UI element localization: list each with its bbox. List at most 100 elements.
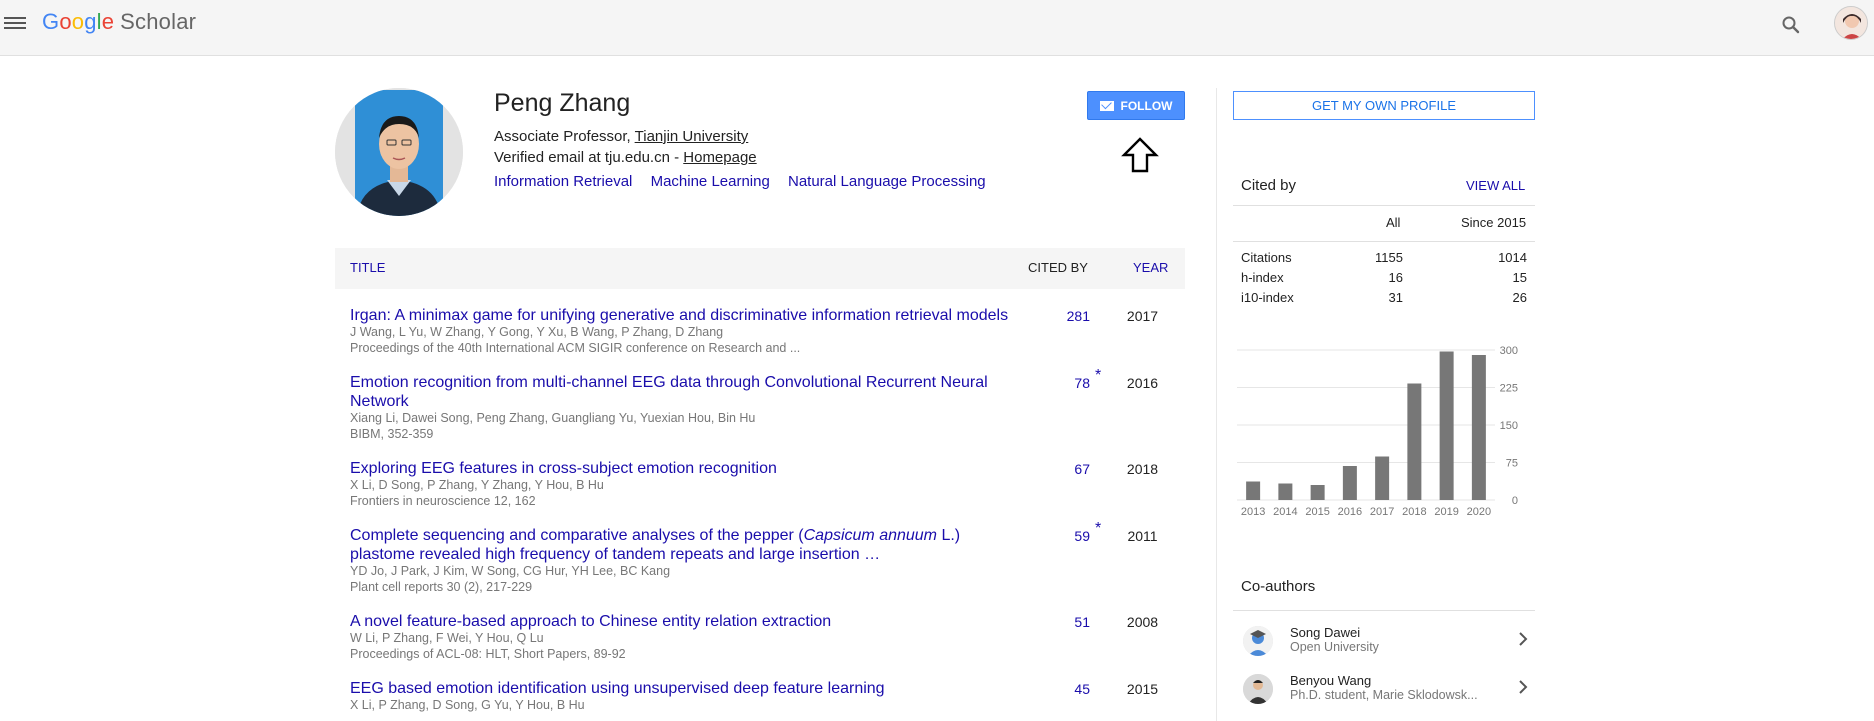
- citations-per-year-chart: 0 75 150 225 300 2013 2014 2015 2016 2017 2018 2019…: [1237, 345, 1518, 518]
- publication-title-link[interactable]: A novel feature-based approach to Chines…: [350, 612, 1015, 631]
- stat-label: h-index: [1241, 270, 1284, 285]
- stat-label: i10-index: [1241, 290, 1294, 305]
- stat-all: 16: [1388, 270, 1403, 285]
- citation-count-link[interactable]: 45: [1005, 681, 1090, 697]
- top-app-bar: Google Scholar: [0, 0, 1874, 56]
- coauthor-name: Benyou Wang: [1290, 673, 1372, 688]
- chart-bar[interactable]: [1471, 355, 1486, 500]
- mouse-cursor-arrow-icon: [1121, 137, 1159, 173]
- chart-bar[interactable]: [1375, 456, 1390, 501]
- research-interests: Information Retrieval Machine Learning N…: [494, 173, 1000, 190]
- stat-since: 26: [1512, 290, 1527, 305]
- interest-link[interactable]: Machine Learning: [651, 173, 770, 190]
- chart-y-tick-label: 0: [1512, 495, 1518, 507]
- publication-title-link[interactable]: Irgan: A minimax game for unifying gener…: [350, 306, 1050, 325]
- citation-count-link[interactable]: 281: [1005, 308, 1090, 324]
- google-scholar-logo[interactable]: Google Scholar: [42, 9, 196, 35]
- mail-icon: [1099, 100, 1114, 111]
- chart-y-tick-label: 225: [1500, 383, 1518, 395]
- interest-link[interactable]: Information Retrieval: [494, 173, 632, 190]
- publication-title-link[interactable]: EEG based emotion identification using u…: [350, 679, 1015, 698]
- chart-x-tick-label: 2019: [1434, 506, 1458, 518]
- title-part: Complete sequencing and comparative anal…: [350, 527, 804, 544]
- chart-bar[interactable]: [1407, 383, 1422, 501]
- chart-x-tick-label: 2020: [1467, 506, 1491, 518]
- menu-icon[interactable]: [4, 14, 26, 32]
- publication-title-link[interactable]: Complete sequencing and comparative anal…: [350, 526, 990, 564]
- publication-year: 2016: [1126, 375, 1159, 391]
- publications-table-header: TITLE CITED BY YEAR: [335, 248, 1185, 289]
- publication-venue: Plant cell reports 30 (2), 217-229: [350, 580, 533, 594]
- chart-x-tick-label: 2014: [1273, 506, 1297, 518]
- coauthor-item[interactable]: Song Dawei Open University: [1233, 622, 1535, 664]
- stat-all: 1155: [1375, 250, 1403, 265]
- coauthor-affiliation: Open University: [1290, 640, 1379, 654]
- search-icon[interactable]: [1779, 13, 1803, 37]
- interest-link[interactable]: Natural Language Processing: [788, 173, 986, 190]
- chart-x-tick-label: 2017: [1370, 506, 1394, 518]
- institution-link[interactable]: Tianjin University: [635, 128, 749, 145]
- publication-year: 2017: [1126, 308, 1159, 324]
- chart-y-tick-label: 300: [1500, 345, 1518, 357]
- citation-count-link[interactable]: 78: [1005, 375, 1090, 391]
- stat-since: 15: [1512, 270, 1527, 285]
- publication-venue: Proceedings of ACL-08: HLT, Short Papers…: [350, 647, 626, 661]
- citation-count-link[interactable]: 51: [1005, 614, 1090, 630]
- citation-count-link[interactable]: 67: [1005, 461, 1090, 477]
- stat-label: Citations: [1241, 250, 1292, 265]
- position-text: Associate Professor,: [494, 128, 635, 145]
- email-text: Verified email at tju.edu.cn -: [494, 149, 684, 166]
- coauthor-item[interactable]: Benyou Wang Ph.D. student, Marie Sklodow…: [1233, 670, 1535, 712]
- divider: [1233, 610, 1535, 611]
- coauthor-avatar: [1243, 626, 1273, 656]
- profile-photo: [335, 88, 463, 216]
- view-all-link[interactable]: VIEW ALL: [1466, 178, 1525, 193]
- chart-x-tick-label: 2018: [1402, 506, 1426, 518]
- chart-bar[interactable]: [1342, 466, 1357, 500]
- coauthor-name: Song Dawei: [1290, 625, 1361, 640]
- publication-authors: Xiang Li, Dawei Song, Peng Zhang, Guangl…: [350, 411, 756, 425]
- merged-citation-star[interactable]: *: [1095, 520, 1101, 538]
- publication-authors: X Li, D Song, P Zhang, Y Zhang, Y Hou, B…: [350, 478, 604, 492]
- coauthors-heading: Co-authors: [1241, 578, 1316, 595]
- chart-x-tick-label: 2013: [1241, 506, 1265, 518]
- follow-button[interactable]: FOLLOW: [1087, 91, 1185, 120]
- publication-authors: X Li, P Zhang, D Song, G Yu, Y Hou, B Hu: [350, 698, 585, 712]
- cited-by-header[interactable]: CITED BY: [1028, 260, 1088, 275]
- publication-year: 2008: [1126, 614, 1159, 630]
- sort-by-title[interactable]: TITLE: [350, 260, 385, 275]
- chevron-right-icon: [1519, 680, 1528, 694]
- logo-letter: o: [71, 9, 85, 34]
- sort-by-year[interactable]: YEAR: [1133, 260, 1168, 275]
- logo-letter: g: [84, 9, 97, 34]
- coauthor-avatar: [1243, 674, 1273, 704]
- publication-year: 2018: [1126, 461, 1159, 477]
- publication-title-link[interactable]: Exploring EEG features in cross-subject …: [350, 459, 1015, 478]
- chart-bar[interactable]: [1439, 351, 1454, 501]
- publication-year: 2011: [1127, 528, 1158, 544]
- publication-year: 2015: [1126, 681, 1159, 697]
- publication-venue: Frontiers in neuroscience 12, 162: [350, 494, 536, 508]
- logo-letter: G: [42, 9, 60, 34]
- follow-label: FOLLOW: [1120, 98, 1173, 113]
- get-my-own-profile-button[interactable]: GET MY OWN PROFILE: [1233, 91, 1535, 120]
- chart-bar[interactable]: [1310, 485, 1325, 500]
- homepage-link[interactable]: Homepage: [683, 149, 756, 166]
- cited-by-heading: Cited by: [1241, 177, 1297, 194]
- publication-venue: Proceedings of the 40th International AC…: [350, 341, 801, 355]
- user-avatar[interactable]: [1834, 6, 1868, 40]
- merged-citation-star[interactable]: *: [1095, 367, 1101, 385]
- chart-y-tick-label: 75: [1506, 458, 1518, 470]
- chart-bar[interactable]: [1278, 483, 1293, 501]
- stat-since: 1014: [1498, 250, 1527, 265]
- citation-count-link[interactable]: 59: [1005, 528, 1090, 544]
- chevron-right-icon: [1519, 632, 1528, 646]
- chart-x-tick-label: 2016: [1338, 506, 1362, 518]
- chart-bar[interactable]: [1246, 481, 1261, 501]
- publication-authors: W Li, P Zhang, F Wei, Y Hou, Q Lu: [350, 631, 544, 645]
- coauthor-affiliation: Ph.D. student, Marie Sklodowsk...: [1290, 688, 1478, 702]
- publication-authors: YD Jo, J Park, J Kim, W Song, CG Hur, YH…: [350, 564, 671, 578]
- publication-title-link[interactable]: Emotion recognition from multi-channel E…: [350, 373, 1015, 411]
- publication-venue: BIBM, 352-359: [350, 427, 434, 441]
- profile-affiliation: Associate Professor, Tianjin University: [494, 128, 748, 145]
